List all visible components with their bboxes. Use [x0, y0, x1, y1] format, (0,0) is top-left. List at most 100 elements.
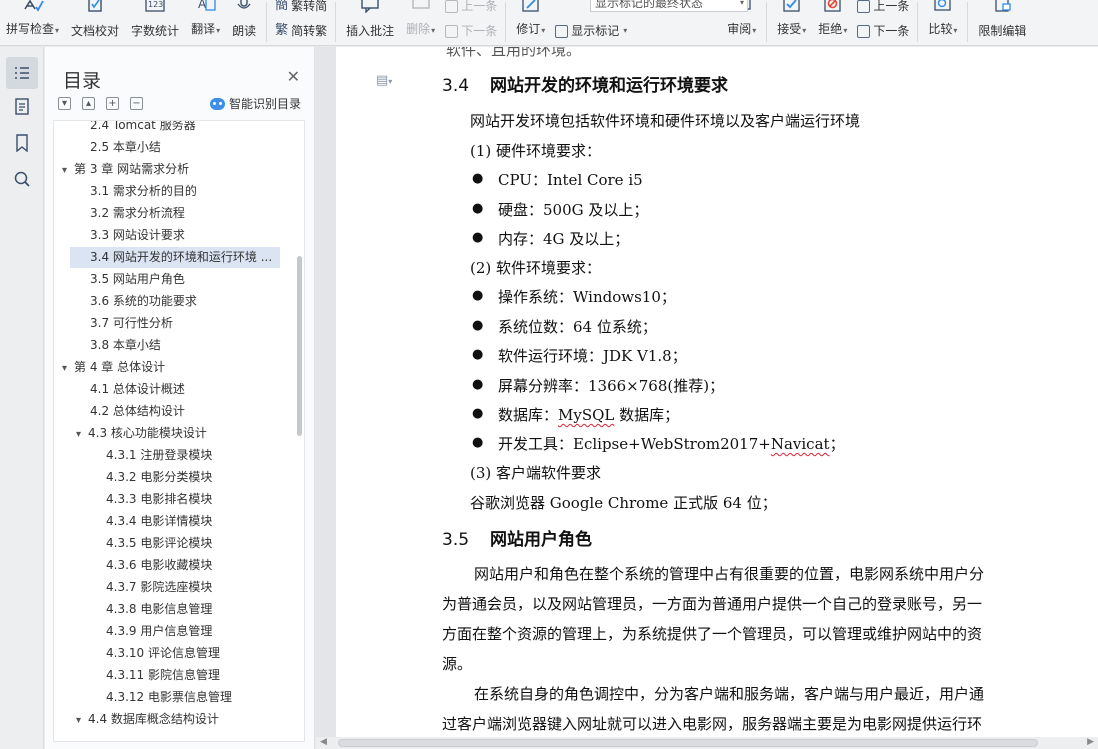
- restrict-editing-button[interactable]: 限制编辑: [972, 0, 1032, 45]
- toc-item[interactable]: 4.3.3 电影排名模块: [54, 489, 294, 510]
- toc-item[interactable]: 4.3.4 电影详情模块: [54, 511, 294, 532]
- toc-item-label: 4.3.6 电影收藏模块: [106, 558, 213, 572]
- track-changes-button[interactable]: 修订▾: [510, 0, 551, 45]
- next-comment-icon: [445, 24, 459, 38]
- toc-item-label: 4.4 数据库概念结构设计: [88, 712, 219, 726]
- toc-item[interactable]: ▾ 4.4 数据库概念结构设计: [54, 709, 294, 730]
- prev-revision-button[interactable]: 上一条: [857, 0, 909, 13]
- ribbon-divider: [505, 2, 507, 42]
- delete-comment-icon: [411, 0, 430, 9]
- accept-button[interactable]: 接受▾: [771, 0, 812, 45]
- bullet-icon: ●: [472, 201, 484, 216]
- toc-item[interactable]: 3.2 需求分析流程: [54, 203, 294, 224]
- next-comment-button[interactable]: 下一条: [445, 24, 497, 38]
- chevron-down-icon[interactable]: ▾: [62, 160, 74, 180]
- scroll-left-icon[interactable]: ◀: [320, 737, 327, 747]
- toc-item[interactable]: 4.3.11 影院信息管理: [54, 665, 294, 686]
- bullet-icon: ●: [472, 230, 484, 245]
- insert-comment-button[interactable]: 插入批注: [340, 0, 400, 45]
- simp-to-trad-button[interactable]: 繁简转繁: [275, 24, 327, 39]
- trad-to-simp-button[interactable]: 簡繁转简: [275, 0, 327, 13]
- doc-proofread-button[interactable]: 文档校对: [65, 0, 125, 45]
- find-tab-button[interactable]: [6, 163, 38, 195]
- spell-check-button[interactable]: 拼写检查▾: [0, 0, 65, 45]
- prev-comment-button[interactable]: 上一条: [445, 0, 497, 13]
- collapse-all-button[interactable]: ▾: [58, 97, 71, 110]
- toc-item[interactable]: 3.7 可行性分析: [54, 313, 294, 334]
- document-page[interactable]: ▤▾ 软件、且用的环境。 3.4 网站开发的环境和运行环境要求 网站开发环境包括软…: [336, 47, 1098, 737]
- translate-button[interactable]: A 翻译▾: [185, 0, 226, 45]
- toc-item[interactable]: 3.4 网站开发的环境和运行环境 ...: [70, 247, 280, 268]
- toc-item-label: 3.4 网站开发的环境和运行环境 ...: [90, 250, 273, 264]
- toc-item-label: 3.7 可行性分析: [90, 316, 173, 330]
- delete-comment-button[interactable]: 删除▾: [400, 0, 441, 45]
- toc-item[interactable]: 4.3.7 影院选座模块: [54, 577, 294, 598]
- trad-simp-group: 簡繁转简 繁简转繁: [271, 0, 331, 45]
- cut-off-text: 软件、且用的环境。: [446, 47, 582, 59]
- close-icon[interactable]: ✕: [287, 67, 300, 86]
- toc-item-label: 4.3.12 电影票信息管理: [106, 690, 232, 704]
- memory-item: 内存：4G 及以上；: [498, 230, 630, 248]
- bookmark-tab-button[interactable]: [6, 127, 38, 159]
- paragraph-menu-icon[interactable]: ▤▾: [376, 73, 392, 88]
- toc-scrollbar[interactable]: [297, 256, 302, 436]
- scroll-right-icon[interactable]: ▶: [1087, 737, 1094, 747]
- toc-item[interactable]: ▾ 第 3 章 网站需求分析: [54, 159, 294, 180]
- toc-item-label: 4.3.3 电影排名模块: [106, 492, 213, 506]
- chevron-down-icon[interactable]: ▾: [76, 710, 88, 730]
- reject-button[interactable]: 拒绝▾: [812, 0, 853, 45]
- toc-item[interactable]: 3.3 网站设计要求: [54, 225, 294, 246]
- spelling-flag: MySQL: [558, 406, 615, 424]
- toc-item-label: 2.4 Tomcat 服务器: [90, 120, 196, 132]
- toc-item[interactable]: 4.1 总体设计概述: [54, 379, 294, 400]
- show-markup-button[interactable]: 显示标记 ▾: [555, 24, 717, 38]
- bits-item: 系统位数：64 位系统；: [498, 318, 657, 336]
- word-count-icon: 123: [145, 0, 165, 12]
- toc-item[interactable]: 4.3.10 评论信息管理: [54, 643, 294, 664]
- show-markup-icon: [555, 24, 569, 38]
- prev-revision-icon: [857, 0, 871, 13]
- toc-item-label: 3.5 网站用户角色: [90, 272, 185, 286]
- markup-state-select[interactable]: 显示标记的最终状态 ▾: [590, 0, 748, 12]
- heading-text: 网站开发的环境和运行环境要求: [490, 76, 728, 96]
- outline-tab-button[interactable]: [6, 91, 38, 123]
- toc-tab-button[interactable]: [6, 57, 38, 89]
- toc-item[interactable]: 4.2 总体结构设计: [54, 401, 294, 422]
- compare-button[interactable]: 比较▾: [922, 0, 963, 45]
- toc-item[interactable]: 4.3.1 注册登录模块: [54, 445, 294, 466]
- word-count-button[interactable]: 123 字数统计: [125, 0, 185, 45]
- horizontal-scrollbar[interactable]: ◀ ▶: [316, 737, 1098, 749]
- toc-item[interactable]: 3.6 系统的功能要求: [54, 291, 294, 312]
- toc-item[interactable]: ▾ 第 4 章 总体设计: [54, 357, 294, 378]
- toc-item-label: 4.3.4 电影详情模块: [106, 514, 213, 528]
- expand-level-button[interactable]: ▴: [82, 97, 95, 110]
- next-revision-button[interactable]: 下一条: [857, 24, 909, 38]
- remove-heading-button[interactable]: −: [130, 97, 143, 110]
- comment-nav-group: 上一条 下一条: [441, 0, 501, 45]
- toc-item[interactable]: 4.3.2 电影分类模块: [54, 467, 294, 488]
- paragraph-line: 网站用户和角色在整个系统的管理中占有很重要的位置，电影网系统中用户分: [474, 565, 985, 583]
- ribbon-divider: [917, 2, 919, 42]
- read-aloud-button[interactable]: 朗读: [226, 0, 262, 45]
- toc-item[interactable]: 4.3.8 电影信息管理: [54, 599, 294, 620]
- toc-item-label: 4.3.1 注册登录模块: [106, 448, 213, 462]
- toc-item[interactable]: ▾ 4.3 核心功能模块设计: [54, 423, 294, 444]
- smart-toc-button[interactable]: 智能识别目录: [210, 95, 301, 112]
- bullet-icon: ●: [472, 406, 484, 421]
- chevron-down-icon[interactable]: ▾: [76, 424, 88, 444]
- scrollbar-thumb[interactable]: [338, 739, 1038, 747]
- toc-item-label: 第 3 章 网站需求分析: [74, 162, 190, 176]
- chevron-down-icon[interactable]: ▾: [62, 358, 74, 378]
- toc-item[interactable]: 2.4 Tomcat 服务器: [54, 120, 294, 136]
- paragraph-line: 在系统自身的角色调控中，分为客户端和服务端，客户端与用户最近，用户通: [474, 685, 985, 703]
- toc-item[interactable]: 4.3.6 电影收藏模块: [54, 555, 294, 576]
- add-heading-button[interactable]: +: [106, 97, 119, 110]
- toc-item[interactable]: 3.8 本章小结: [54, 335, 294, 356]
- toc-item[interactable]: 3.5 网站用户角色: [54, 269, 294, 290]
- wps-writer-window: 拼写检查▾ 文档校对 123 字数统计 A 翻译▾ 朗读 簡繁转简 繁简转繁 插…: [0, 0, 1098, 749]
- toc-item[interactable]: 3.1 需求分析的目的: [54, 181, 294, 202]
- toc-item[interactable]: 2.5 本章小结: [54, 137, 294, 158]
- toc-item[interactable]: 4.3.9 用户信息管理: [54, 621, 294, 642]
- toc-item[interactable]: 4.3.5 电影评论模块: [54, 533, 294, 554]
- toc-item[interactable]: 4.3.12 电影票信息管理: [54, 687, 294, 708]
